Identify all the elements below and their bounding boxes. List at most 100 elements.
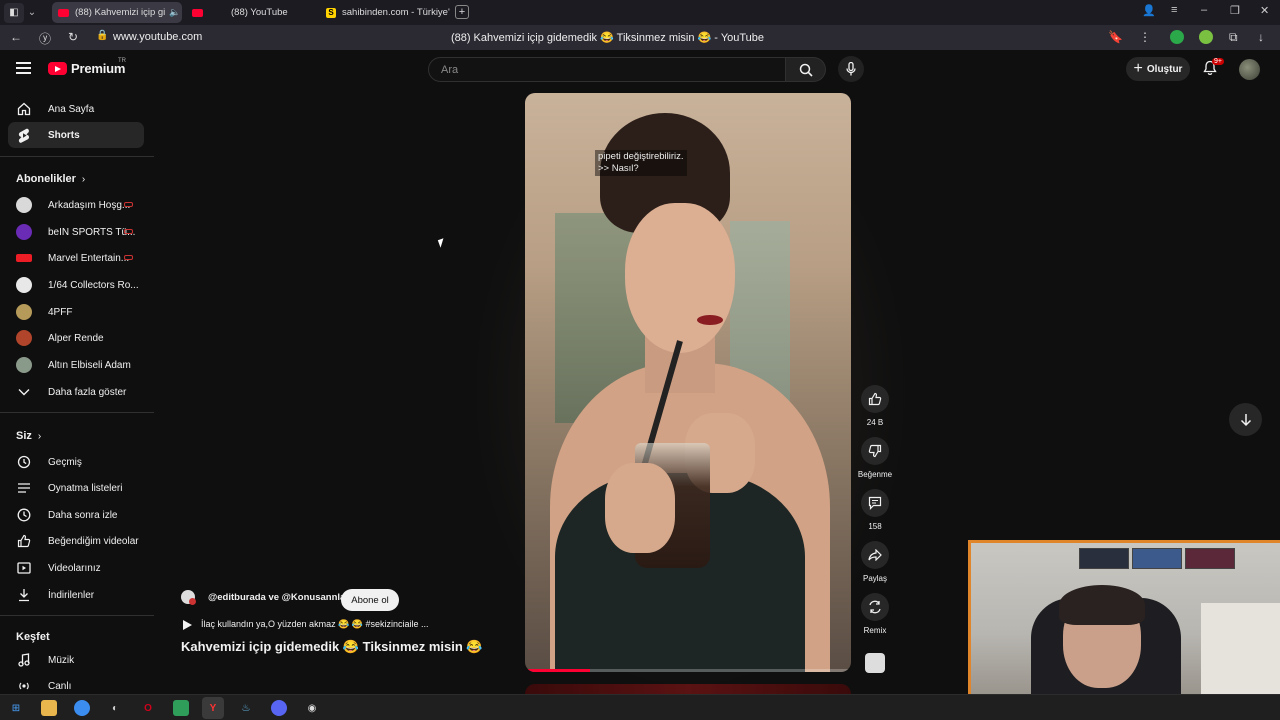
sidebar-item-watch-later[interactable]: Daha sonra izle [8, 502, 144, 528]
caption-line: pipeti değiştirebiliriz. [598, 151, 684, 162]
subscriptions-heading[interactable]: Abonelikler › [16, 173, 85, 185]
sidebar-item-music[interactable]: Müzik [8, 647, 144, 673]
watch-later-icon [16, 507, 32, 523]
sound-source-button[interactable] [855, 653, 895, 678]
file-explorer-icon[interactable] [41, 700, 57, 716]
sidebar-item-label: Altın Elbiseli Adam [48, 359, 131, 371]
restore-icon[interactable]: ❐ [1230, 4, 1240, 17]
more-icon[interactable]: ⋮ [1139, 30, 1151, 44]
share-label: Paylaş [862, 574, 887, 583]
browser-tab[interactable]: S sahibinden.com - Türkiye' [320, 2, 450, 23]
channel-avatar [16, 357, 32, 373]
webcam-overlay [968, 540, 1280, 694]
sidebar-item-shorts[interactable]: Shorts [8, 122, 144, 148]
channel-avatar [16, 330, 32, 346]
sidebar-item-subscription[interactable]: Arkadaşım Hoşg... [8, 192, 144, 218]
sidebar-item-liked[interactable]: Beğendiğim videolar [8, 528, 144, 554]
steam-icon[interactable]: ♨ [238, 700, 254, 716]
sidebar-item-subscription[interactable]: 4PFF [8, 299, 144, 325]
sidebar-item-subscription[interactable]: Marvel Entertain... [8, 245, 144, 271]
channel-avatar [16, 304, 32, 320]
remix-button[interactable]: Remix [855, 593, 895, 635]
sidebar-item-your-videos[interactable]: Videolarınız [8, 555, 144, 581]
browser-app-icon[interactable] [74, 700, 90, 716]
search-button[interactable] [786, 57, 826, 82]
shorts-icon [16, 127, 32, 143]
share-button[interactable]: Paylaş [855, 541, 895, 583]
extension-icon[interactable] [1199, 30, 1213, 44]
tab-list-chevron-icon[interactable]: ⌄ [24, 3, 40, 23]
extension-icon[interactable] [1170, 30, 1184, 44]
tab-title: sahibinden.com - Türkiye' [342, 7, 450, 18]
play-icon [183, 619, 192, 630]
store-icon[interactable] [173, 700, 189, 716]
your-videos-icon [16, 560, 32, 576]
channel-avatar [16, 277, 32, 293]
channel-name[interactable]: @editburada ve @Konusannlar [208, 592, 349, 603]
browser-tab[interactable]: (88) YouTube [186, 2, 316, 23]
dislike-label: Beğenme [857, 470, 893, 479]
profile-icon[interactable]: 👤 [1142, 4, 1156, 17]
subscribe-button[interactable]: Abone ol [341, 589, 399, 611]
close-window-icon[interactable]: ✕ [1260, 4, 1269, 17]
comments-button[interactable]: 158 [855, 489, 895, 531]
sound-text: İlaç kullandın ya,O yüzden akmaz 😂 😂 #se… [201, 619, 429, 629]
sidebar-item-subscription[interactable]: Alper Rende [8, 325, 144, 351]
sidebar-item-label: Oynatma listeleri [48, 482, 123, 494]
browser-menu-button[interactable]: ◧ [4, 2, 24, 23]
collections-icon[interactable]: ⧉ [1229, 30, 1238, 45]
next-short-button[interactable] [1229, 403, 1262, 436]
thumbs-up-icon [16, 533, 32, 549]
video-figure-hand [605, 463, 675, 553]
sidebar-item-label: Marvel Entertain... [48, 252, 130, 264]
downloads-icon[interactable]: ↓ [1258, 30, 1264, 44]
sound-thumbnail-icon [865, 653, 885, 673]
sidebar-item-subscription[interactable]: beIN SPORTS Tü... [8, 219, 144, 245]
you-heading-label: Siz [16, 430, 32, 442]
yandex-browser-icon[interactable]: Y [202, 697, 224, 719]
hamburger-menu-icon[interactable] [16, 62, 31, 74]
next-short-preview[interactable] [525, 684, 851, 694]
new-tab-button[interactable]: + [455, 5, 469, 19]
search-input[interactable]: Ara [428, 57, 786, 82]
voice-search-button[interactable] [838, 56, 864, 82]
browser-tab-active[interactable]: (88) Kahvemizi içip gi 🔈 ✕ [52, 2, 182, 23]
account-avatar[interactable] [1239, 59, 1260, 80]
menu-icon[interactable]: ≡ [1171, 4, 1177, 16]
obs-icon[interactable]: ◉ [304, 700, 320, 716]
sidebar-item-subscription[interactable]: 1/64 Collectors Ro... [8, 272, 144, 298]
discord-icon[interactable] [271, 700, 287, 716]
download-icon [16, 587, 32, 603]
sidebar-item-subscription[interactable]: Altın Elbiseli Adam [8, 352, 144, 378]
you-heading[interactable]: Siz › [16, 430, 41, 442]
like-button[interactable]: 24 B [855, 385, 895, 427]
history-icon [16, 454, 32, 470]
shorts-video-player[interactable]: pipeti değiştirebiliriz. >> Nasıl? [525, 93, 851, 672]
dislike-button[interactable]: Beğenme [855, 437, 895, 479]
app-icon[interactable]: ◐ [107, 700, 123, 716]
youtube-premium-logo[interactable]: Premium TR [48, 58, 126, 76]
sidebar-item-history[interactable]: Geçmiş [8, 449, 144, 475]
youtube-header: Premium TR Ara + Oluştur 9+ [0, 50, 1280, 88]
create-button[interactable]: + Oluştur [1126, 57, 1190, 81]
bookmark-icon[interactable]: 🔖 [1108, 30, 1123, 44]
sidebar-item-playlists[interactable]: Oynatma listeleri [8, 475, 144, 501]
sidebar-item-downloads[interactable]: İndirilenler [8, 582, 144, 608]
share-icon [861, 541, 889, 569]
comment-icon [861, 489, 889, 517]
sidebar-item-label: Beğendiğim videolar [48, 535, 139, 547]
sidebar-item-home[interactable]: Ana Sayfa [8, 96, 144, 122]
sidebar-item-label: İndirilenler [48, 589, 95, 601]
tab-audio-icon[interactable]: 🔈 [169, 7, 180, 18]
short-title[interactable]: Kahvemizi içip gidemedik 😂 Tiksinmez mis… [181, 639, 483, 655]
minimize-icon[interactable]: – [1201, 4, 1207, 16]
windows-start-icon[interactable]: ⊞ [8, 700, 24, 716]
channel-info[interactable]: @editburada ve @Konusannlar [181, 590, 349, 605]
sidebar-item-label: beIN SPORTS Tü... [48, 226, 136, 238]
sound-info[interactable]: İlaç kullandın ya,O yüzden akmaz 😂 😂 #se… [183, 619, 429, 630]
channel-avatar [181, 590, 196, 605]
show-more-button[interactable]: Daha fazla göster [8, 379, 144, 405]
video-progress-bar[interactable] [525, 669, 851, 672]
address-bar: ← ⓨ ↻ 🔒 www.youtube.com (88) Kahvemizi i… [0, 25, 1280, 50]
opera-icon[interactable]: O [140, 700, 156, 716]
